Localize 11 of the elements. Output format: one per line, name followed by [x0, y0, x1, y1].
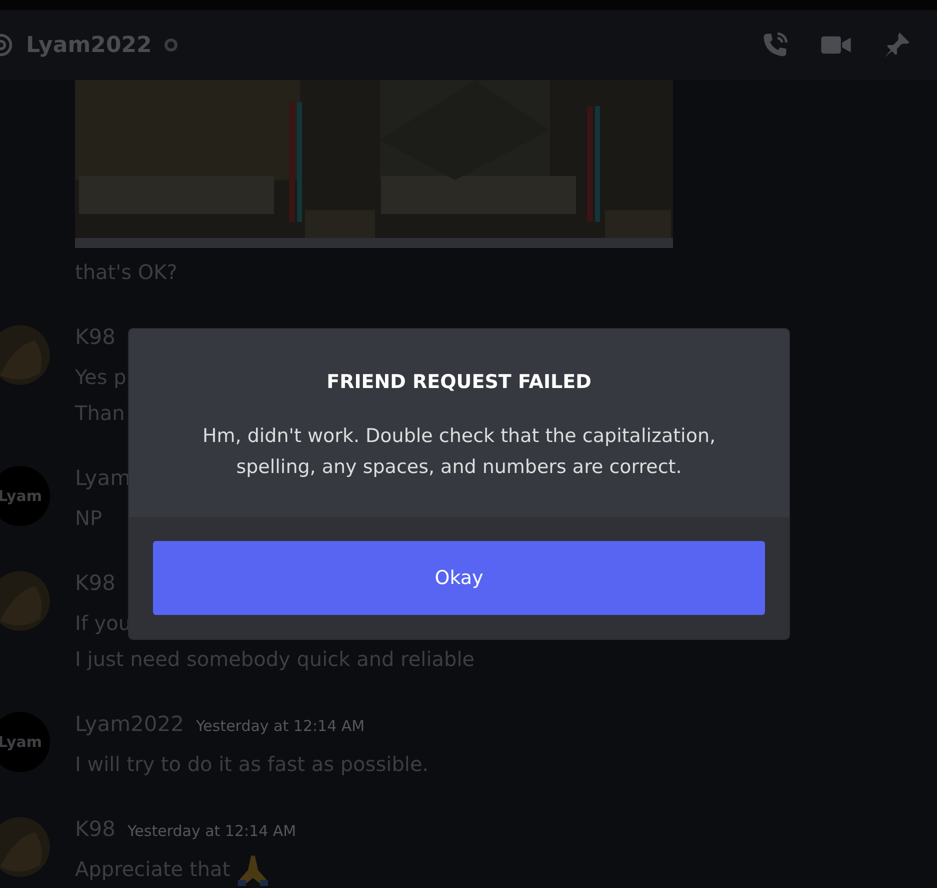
timestamp: Yesterday at 12:14 AM: [128, 822, 296, 840]
channel-name: Lyam2022: [26, 32, 152, 58]
timestamp: Yesterday at 12:14 AM: [196, 717, 365, 735]
avatar[interactable]: [0, 325, 50, 385]
avatar[interactable]: [0, 571, 50, 631]
dialog-title: FRIEND REQUEST FAILED: [326, 371, 592, 393]
status-icon: [164, 38, 178, 52]
pin-icon[interactable]: [882, 30, 912, 60]
dialog-message: Hm, didn't work. Double check that the capitalization, spelling, any spaces, and numbers are correct.: [201, 424, 717, 480]
avatar[interactable]: [0, 817, 50, 877]
okay-button[interactable]: Okay: [153, 541, 765, 615]
